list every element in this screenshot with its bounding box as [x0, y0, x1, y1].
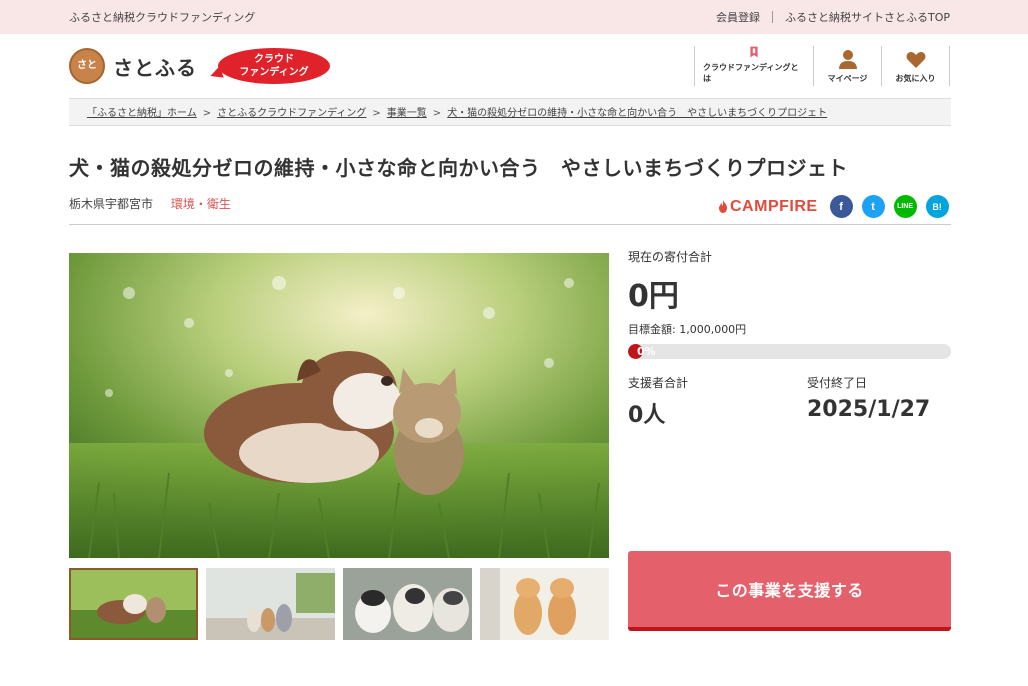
target-amount: 目標金額: 1,000,000円 — [628, 323, 747, 336]
badge-line2: ファンディング — [239, 67, 309, 78]
satofull-logo[interactable]: さと さとふる — [69, 48, 197, 84]
crowdfunding-badge[interactable]: クラウド ファンディング — [208, 48, 330, 84]
satofull-top-link[interactable]: ふるさと納税サイトさとふるTOP — [785, 9, 950, 25]
twitter-share-icon[interactable]: t — [861, 195, 885, 218]
nav-mypage[interactable]: マイページ — [813, 46, 881, 86]
nav-favorites[interactable]: お気に入り — [881, 46, 950, 86]
nav-label: クラウドファンディングとは — [703, 63, 799, 83]
supporters-stat: 支援者合計 0人 — [628, 374, 688, 429]
project-category[interactable]: 環境・衛生 — [171, 197, 231, 211]
bookmark-icon — [750, 46, 758, 58]
breadcrumb-crowdfunding[interactable]: さとふるクラウドファンディング — [217, 108, 366, 119]
breadcrumb-separator: > — [372, 108, 381, 119]
header-nav: クラウドファンディングとは マイページ お気に入り — [694, 46, 950, 86]
logo-text: さとふる — [113, 55, 197, 80]
thumbnail-image — [206, 568, 335, 640]
breadcrumb-separator: > — [202, 108, 212, 119]
hatena-bookmark-icon[interactable]: B! — [925, 195, 949, 218]
thumbnail-strip — [69, 568, 617, 640]
puppy-kitten-photo — [69, 253, 609, 558]
top-links: 会員登録 ふるさと納税サイトさとふるTOP — [716, 9, 950, 25]
deadline-label: 受付終了日 — [807, 376, 868, 390]
progress-percent: 0% — [637, 345, 656, 358]
link-divider — [771, 11, 773, 23]
breadcrumb-current[interactable]: 犬・猫の殺処分ゼロの維持・小さな命と向かい合う やさしいまちづくりプロジェト — [447, 108, 827, 119]
support-project-button[interactable]: この事業を支援する — [628, 551, 951, 631]
funding-progress-bar: 0% — [628, 344, 951, 359]
facebook-share-icon[interactable]: f — [829, 195, 853, 218]
breadcrumb-home[interactable]: 「ふるさと納税」ホーム — [87, 108, 197, 119]
supporters-label: 支援者合計 — [628, 376, 689, 390]
funding-stats: 現在の寄付合計 0円 目標金額: 1,000,000円 0% 支援者合計 0人 … — [628, 248, 951, 428]
title-divider — [69, 224, 951, 225]
breadcrumb: 「ふるさと納税」ホーム > さとふるクラウドファンディング > 事業一覧 > 犬・猫の殺処分… — [69, 98, 951, 126]
project-location: 栃木県宇都宮市 — [69, 197, 154, 211]
thumbnail-3[interactable] — [343, 568, 472, 640]
thumbnail-image — [480, 568, 609, 640]
thumbnail-2[interactable] — [206, 568, 335, 640]
site-title: ふるさと納税クラウドファンディング — [69, 11, 256, 24]
person-icon — [838, 50, 857, 69]
thumbnail-image — [71, 570, 196, 638]
logo-mark: さと — [69, 48, 105, 84]
flame-icon — [719, 200, 727, 213]
project-meta: 栃木県宇都宮市 環境・衛生 — [69, 195, 231, 212]
line-share-icon[interactable]: LINE — [893, 195, 917, 218]
nav-label: お気に入り — [895, 74, 936, 83]
main-project-image[interactable] — [69, 253, 609, 558]
total-amount: 0円 — [628, 279, 679, 314]
campfire-text: CAMPFIRE — [730, 197, 818, 215]
nav-label: マイページ — [827, 74, 868, 83]
heart-icon — [906, 52, 925, 68]
header: さと さとふる クラウド ファンディング クラウドファンディングとは マイページ — [0, 34, 1028, 98]
total-label: 現在の寄付合計 — [628, 250, 713, 264]
breadcrumb-separator: > — [432, 108, 442, 119]
deadline-stat: 受付終了日 2025/1/27 — [807, 374, 930, 422]
top-bar: ふるさと納税クラウドファンディング 会員登録 ふるさと納税サイトさとふるTOP — [0, 0, 1028, 34]
share-bar: CAMPFIRE f t LINE B! — [718, 195, 949, 218]
nav-about-crowdfunding[interactable]: クラウドファンディングとは — [694, 46, 813, 86]
thumbnail-4[interactable] — [480, 568, 609, 640]
thumbnail-1[interactable] — [69, 568, 198, 640]
thumbnail-image — [343, 568, 472, 640]
campfire-logo[interactable]: CAMPFIRE — [718, 198, 818, 216]
supporters-value: 0人 — [628, 403, 666, 428]
breadcrumb-project-list[interactable]: 事業一覧 — [387, 108, 427, 119]
register-link[interactable]: 会員登録 — [716, 9, 760, 25]
deadline-value: 2025/1/27 — [807, 397, 931, 422]
badge-line1: クラウド — [254, 54, 294, 65]
page-title: 犬・猫の殺処分ゼロの維持・小さな命と向かい合う やさしいまちづくりプロジェト — [69, 156, 848, 180]
